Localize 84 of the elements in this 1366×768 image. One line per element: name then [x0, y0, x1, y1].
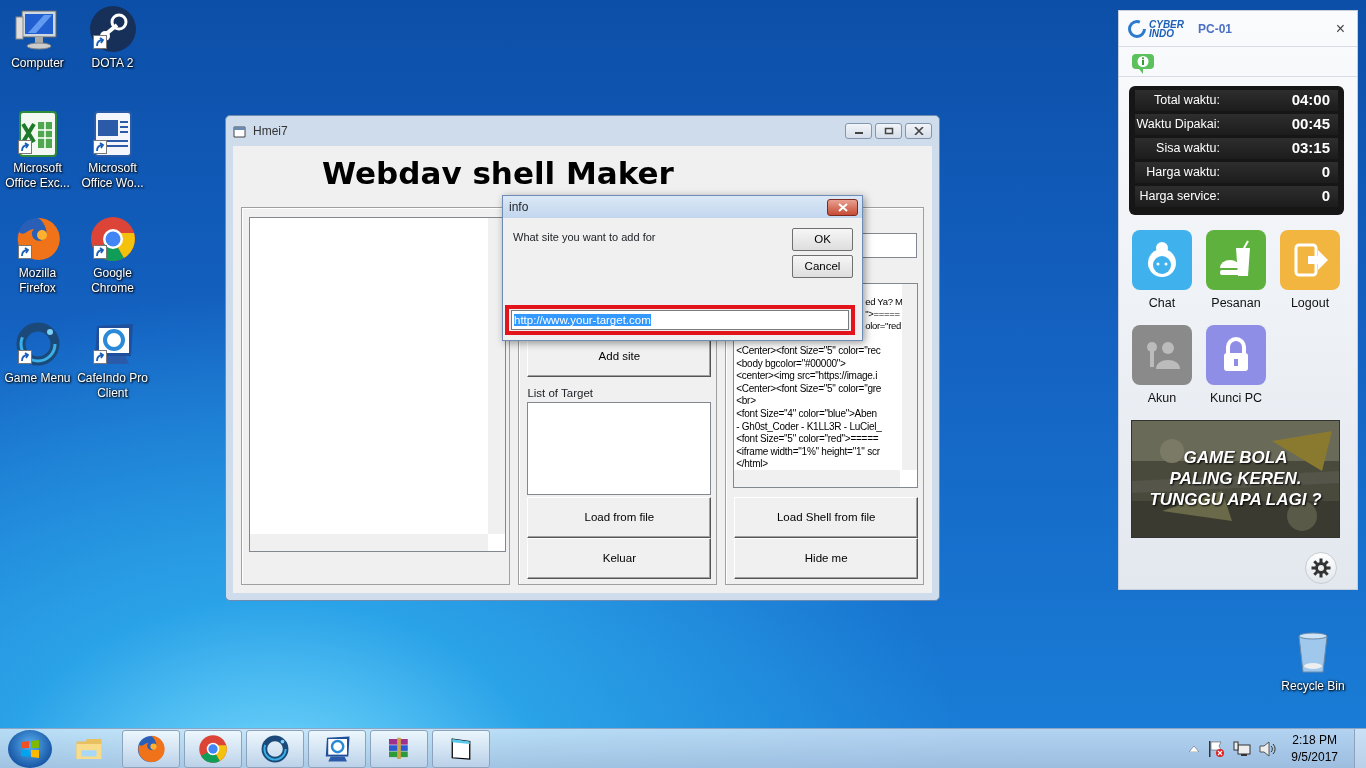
taskbar-button[interactable]: [432, 729, 490, 768]
volume-icon: [1259, 739, 1278, 758]
dialog-button[interactable]: OK: [792, 228, 853, 251]
action-button[interactable]: Keluar: [527, 538, 712, 579]
icon-label[interactable]: Microsoft Office Wo...: [75, 161, 150, 191]
action-button[interactable]: Load Shell from file: [734, 497, 919, 538]
code-line: <center><img src="https://image.i: [735, 370, 879, 383]
vertical-scrollbar[interactable]: [488, 218, 505, 534]
horizontal-scrollbar[interactable]: [734, 470, 901, 487]
pc-name: PC-01: [1198, 20, 1233, 38]
icon-label[interactable]: Computer: [0, 56, 75, 71]
stat-value: 0: [1320, 162, 1331, 183]
flag-icon: [1207, 739, 1226, 758]
stat-label: Total waktu:: [1153, 92, 1220, 110]
close-icon: [837, 202, 848, 212]
stat-label: Harga service:: [1138, 188, 1220, 206]
settings-icon: [1311, 558, 1331, 578]
taskbar-button[interactable]: [246, 729, 304, 768]
code-line: <body bgcolor="#00000">: [735, 357, 847, 371]
prompt-text: What site you want to add for: [513, 230, 656, 245]
close-icon: [913, 127, 924, 135]
minimize-button[interactable]: [845, 123, 872, 139]
taskbar-button[interactable]: [184, 729, 242, 768]
start-button[interactable]: [8, 729, 52, 768]
icon-label[interactable]: DOTA 2: [75, 56, 150, 71]
dialog-button[interactable]: Cancel: [792, 255, 853, 278]
windows-logo-icon: [19, 737, 41, 760]
vertical-scrollbar[interactable]: [902, 284, 918, 470]
close-button[interactable]: [827, 198, 858, 216]
app-heading: Webdav shell Maker: [322, 154, 674, 192]
network-icon: [1233, 739, 1252, 758]
stat-value: 00:45: [1290, 114, 1331, 135]
icon-label[interactable]: Microsoft Office Exc...: [0, 161, 75, 191]
taskbar-button[interactable]: [308, 729, 366, 768]
dialog-title: info: [509, 199, 529, 216]
code-line: <font Size="5" color="red">=====: [735, 433, 880, 446]
settings-button[interactable]: [1305, 552, 1337, 584]
list-label: List of Target: [527, 386, 593, 401]
code-line: ed Ya? M: [865, 296, 904, 308]
clock-date[interactable]: 9/5/2017: [1291, 748, 1338, 766]
icon-label[interactable]: Google Chrome: [75, 266, 150, 296]
horizontal-scrollbar[interactable]: [250, 534, 488, 551]
browser-icon: [198, 733, 228, 764]
stat-label: Waktu Dipakai:: [1135, 116, 1220, 134]
logo-text: CYBER INDO: [1149, 19, 1184, 38]
window-title: Hmei7: [253, 123, 288, 140]
close-button[interactable]: [905, 123, 932, 139]
chevron-up-icon: [1189, 745, 1200, 752]
window-icon: [233, 124, 247, 139]
stat-label: Harga waktu:: [1145, 164, 1220, 182]
icon-label[interactable]: CafeIndo Pro Client: [75, 371, 150, 401]
code-line: olor="red: [865, 320, 902, 332]
code-line: <iframe width="1%" height="1" scr: [735, 445, 881, 459]
code-line: <br>: [735, 395, 757, 408]
icon-label[interactable]: Game Menu: [0, 371, 75, 386]
code-line: <Center><font Size="5" color="gre: [735, 382, 883, 396]
stat-value: 03:15: [1290, 138, 1331, 159]
target-list[interactable]: [527, 402, 712, 495]
info-icon: [1131, 52, 1155, 75]
ring-icon: [260, 733, 290, 764]
round-logo-icon: [88, 5, 137, 53]
clock-time[interactable]: 2:18 PM: [1291, 731, 1338, 749]
ring-logo-icon: [1127, 19, 1147, 40]
code-line: ">=====: [865, 308, 901, 320]
taskbar-button[interactable]: [370, 729, 428, 768]
code-line: <font Size="4" color="blue">Aben: [735, 407, 878, 421]
icon-label[interactable]: Mozilla Firefox: [0, 266, 75, 296]
banner-text: TUNGGU APA LAGI ?: [1149, 490, 1322, 509]
banner-text: PALING KEREN.: [1169, 469, 1302, 488]
close-button[interactable]: ×: [1331, 16, 1349, 41]
banner-text: GAME BOLA: [1183, 448, 1288, 467]
browser-icon: [136, 733, 166, 764]
code-line: </html>: [735, 458, 769, 471]
action-button[interactable]: Hide me: [734, 538, 919, 579]
stat-value: 04:00: [1290, 90, 1331, 111]
stat-label: Sisa waktu:: [1155, 140, 1220, 158]
taskbar-button[interactable]: [122, 729, 180, 768]
action-button[interactable]: Load from file: [527, 497, 712, 538]
code-line: - Gh0st_Coder - K1LL3R - LuCiel_: [735, 420, 883, 434]
stat-value: 0: [1320, 186, 1331, 207]
maximize-icon: [883, 127, 894, 135]
icon-label[interactable]: Recycle Bin: [1276, 679, 1350, 694]
maximize-button[interactable]: [875, 123, 902, 139]
code-line: <Center><font Size="5" color="rec: [735, 345, 882, 358]
